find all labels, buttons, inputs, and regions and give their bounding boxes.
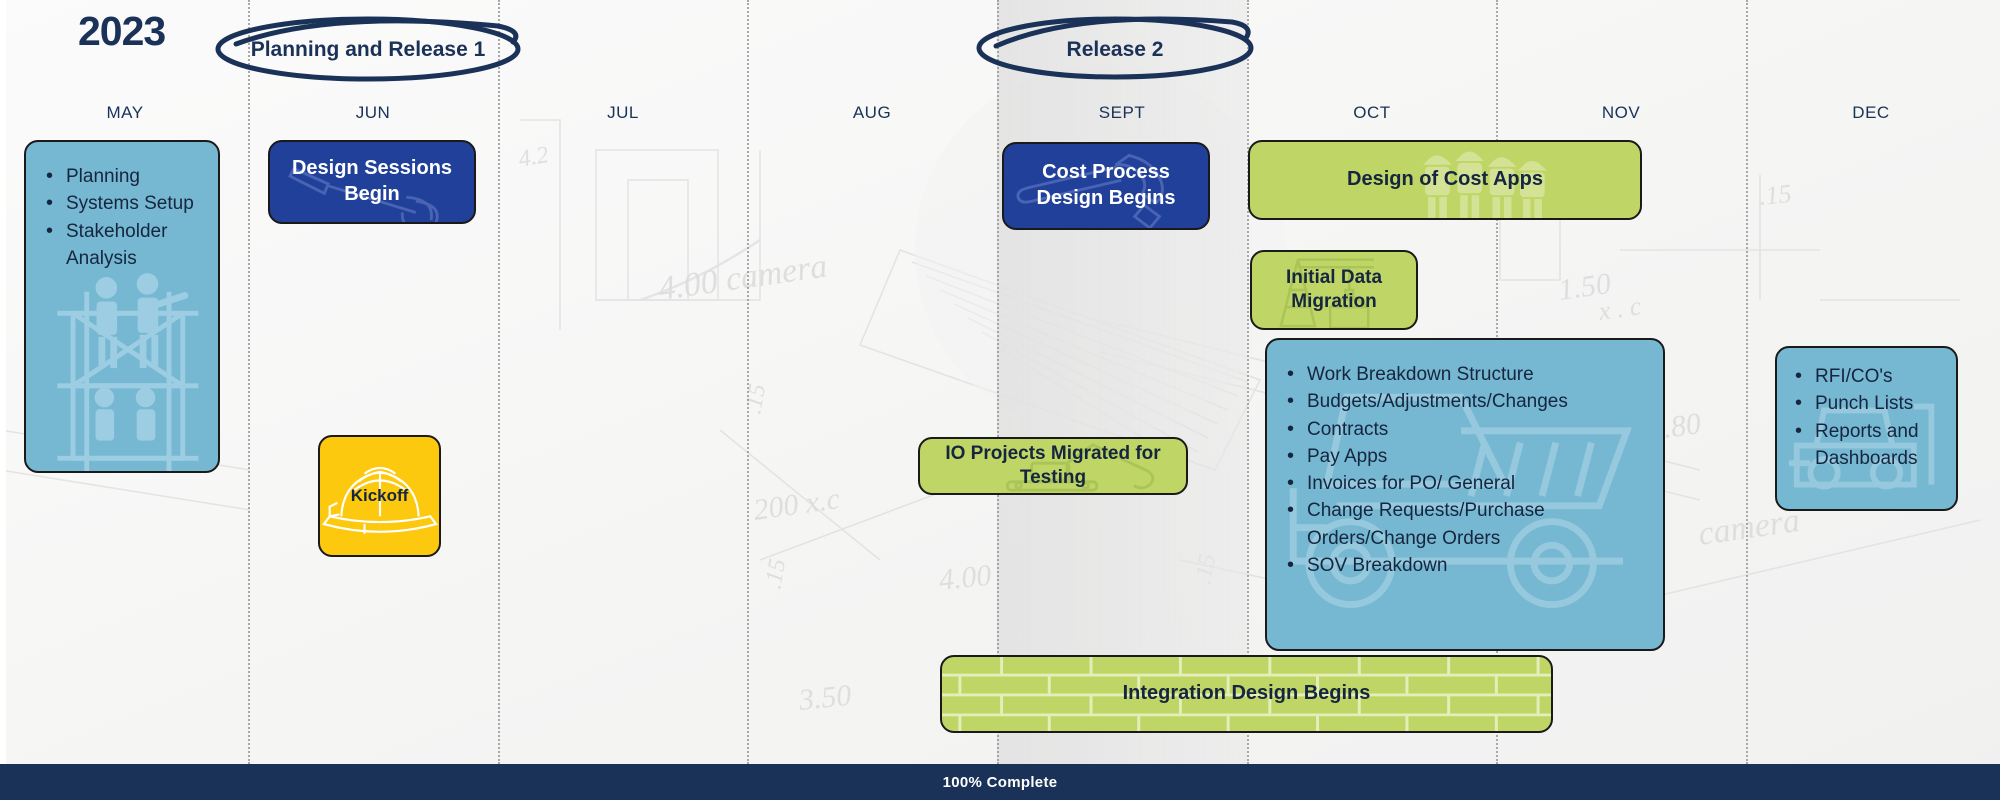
phase-1-label: Planning and Release 1 [250, 38, 486, 61]
list-item: Invoices for PO/ General [1287, 470, 1649, 497]
progress-bar: 100% Complete [0, 764, 2000, 800]
svg-text:4.2: 4.2 [517, 142, 551, 173]
card-dec-tasks[interactable]: RFI/CO's Punch Lists Reports and Dashboa… [1775, 346, 1958, 511]
svg-text:x . c: x . c [1596, 291, 1644, 326]
svg-text:.15: .15 [1758, 179, 1793, 211]
card-label: IO Projects Migrated for Testing [945, 442, 1161, 488]
list-item: Systems Setup [46, 190, 204, 217]
list-item: Pay Apps [1287, 443, 1649, 470]
month-header-may: MAY [106, 103, 144, 122]
list-item: Stakeholder [46, 218, 204, 245]
card-design-of-cost-apps[interactable]: Design of Cost Apps [1248, 140, 1642, 220]
list-item: Change Requests/Purchase [1287, 497, 1649, 524]
list-item: SOV Breakdown [1287, 552, 1649, 579]
list-item: RFI/CO's [1795, 363, 1942, 390]
list-item: Planning [46, 163, 204, 190]
svg-text:.15: .15 [740, 382, 771, 416]
progress-label: 100% Complete [942, 773, 1058, 791]
list-item: Reports and [1795, 418, 1942, 445]
card-initial-data-migration[interactable]: Initial Data Migration [1250, 250, 1418, 330]
list-item: Budgets/Adjustments/Changes [1287, 388, 1649, 415]
card-design-sessions-begin[interactable]: Design Sessions Begin [268, 140, 476, 224]
svg-text:.15: .15 [1190, 552, 1221, 586]
svg-text:1.50: 1.50 [1556, 267, 1613, 307]
svg-text:200 x.c: 200 x.c [751, 482, 841, 527]
card-label: Design Sessions Begin [291, 157, 453, 205]
card-cost-features[interactable]: Work Breakdown Structure Budgets/Adjustm… [1265, 338, 1665, 651]
list-item: Contracts [1287, 416, 1649, 443]
year-label: 2023 [78, 8, 166, 54]
card-label: Integration Design Begins [1122, 682, 1371, 705]
month-header-dec: DEC [1852, 103, 1890, 122]
cost-feature-list: Work Breakdown Structure Budgets/Adjustm… [1267, 361, 1663, 580]
card-kickoff[interactable]: Kickoff [318, 435, 441, 557]
list-item: Work Breakdown Structure [1287, 361, 1649, 388]
card-may-tasks[interactable]: Planning Systems Setup Stakeholder Analy… [24, 140, 220, 473]
may-task-list: Planning Systems Setup Stakeholder Analy… [26, 163, 218, 273]
card-cost-process-design[interactable]: Cost Process Design Begins [1002, 142, 1210, 230]
list-item: Punch Lists [1795, 390, 1942, 417]
svg-text:.15: .15 [760, 557, 791, 591]
phase-2-label: Release 2 [1066, 38, 1164, 61]
card-label: Initial Data Migration [1285, 266, 1383, 312]
month-header-sept: SEPT [1098, 103, 1146, 122]
card-label: Kickoff [350, 486, 409, 506]
month-header-jun: JUN [355, 103, 391, 122]
month-header-nov: NOV [1601, 103, 1641, 122]
svg-text:4.00 camera: 4.00 camera [656, 248, 829, 308]
month-header-oct: OCT [1353, 103, 1391, 122]
dec-task-list: RFI/CO's Punch Lists Reports and Dashboa… [1777, 363, 1956, 473]
svg-text:4.00: 4.00 [937, 559, 993, 597]
list-item: Orders/Change Orders [1307, 527, 1501, 549]
month-header-jul: JUL [607, 103, 639, 122]
list-item: Analysis [66, 247, 137, 269]
month-header-aug: AUG [852, 103, 892, 122]
timeline-canvas: 4.00 camera 200 x.c 4.00 3.50 1.50 0.80 … [0, 0, 2000, 800]
card-io-projects-migrated[interactable]: IO Projects Migrated for Testing [918, 437, 1188, 495]
svg-text:3.50: 3.50 [796, 679, 853, 717]
card-integration-design-begins[interactable]: Integration Design Begins [940, 655, 1553, 733]
card-label: Cost Process Design Begins [1036, 161, 1176, 209]
list-item: Dashboards [1815, 447, 1918, 469]
card-label: Design of Cost Apps [1347, 168, 1543, 191]
